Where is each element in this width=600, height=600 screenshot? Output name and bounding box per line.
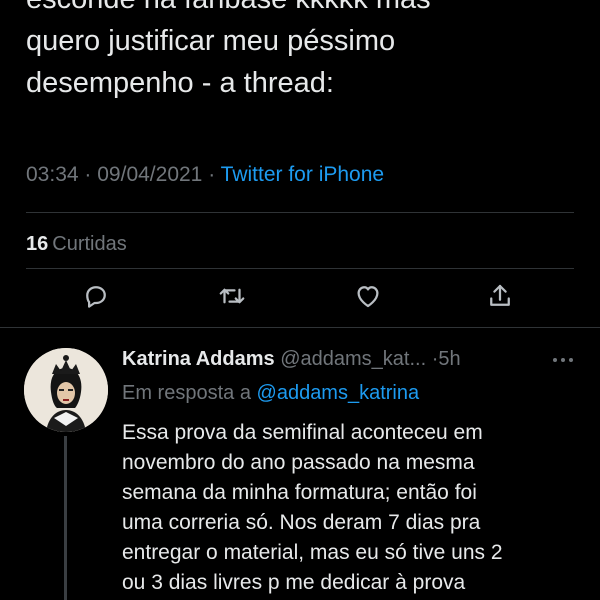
mention-link[interactable]: @addams_katrina [257,382,420,404]
tweet-text-line: desempenho - a thread: [26,67,334,99]
reply-text-line: Essa prova da semifinal aconteceu em [122,421,483,444]
tweet-time: 03:34 [26,163,79,186]
heart-icon [357,286,379,308]
divider [0,327,600,328]
reply-text-line: semana da minha formatura; então foi [122,481,477,504]
tweet-source-link[interactable]: Twitter for iPhone [221,163,384,186]
like-button[interactable] [348,276,388,316]
share-icon [490,284,510,306]
reply-time: 5h [438,348,461,370]
meta-separator: · [208,163,216,186]
divider [26,268,574,269]
avatar[interactable] [24,348,108,432]
tweet-metadata: 03:34 · 09/04/2021 · Twitter for iPhone [26,163,384,187]
divider [26,212,574,213]
reply-text-line: entregar o material, mas eu só tive uns … [122,541,503,564]
reply-icon [86,286,106,308]
tweet-detail-screen: esconde na fanbase kkkkk mas quero justi… [0,0,600,600]
likes-count-link[interactable]: 16 Curtidas [26,233,127,256]
tweet-text: esconde na fanbase kkkkk mas quero justi… [26,0,431,104]
tweet-date: 09/04/2021 [97,163,203,186]
in-reply-to-label: Em resposta a [122,382,251,404]
tweet-text-line: quero justificar meu péssimo [26,25,396,57]
share-button[interactable] [480,276,520,316]
retweet-icon [219,288,245,304]
reply-author-name[interactable]: Katrina Addams [122,348,275,370]
reply-tweet[interactable]: Katrina Addams @addams_kat... ·5h Em res… [0,332,600,600]
avatar-image [24,348,108,432]
reply-header: Katrina Addams @addams_kat... ·5h [122,348,461,371]
likes-label: Curtidas [52,233,127,255]
reply-text-line: ou 3 dias livres p me dedicar à prova [122,571,466,594]
meta-separator: · [84,163,92,186]
in-reply-to: Em resposta a @addams_katrina [122,382,419,405]
reply-button[interactable] [76,276,116,316]
reply-text-line: uma correria só. Nos deram 7 dias pra [122,511,481,534]
tweet-text-line: esconde na fanbase kkkkk mas [26,0,431,20]
tweet-action-bar [0,276,600,320]
retweet-button[interactable] [212,276,252,316]
reply-author-handle[interactable]: @addams_kat... [280,348,426,370]
reply-text-line: novembro do ano passado na mesma [122,451,475,474]
more-options-icon[interactable] [553,356,575,364]
likes-count: 16 [26,233,49,255]
reply-text: Essa prova da semifinal aconteceu em nov… [122,418,582,598]
thread-connector-line [64,436,67,600]
